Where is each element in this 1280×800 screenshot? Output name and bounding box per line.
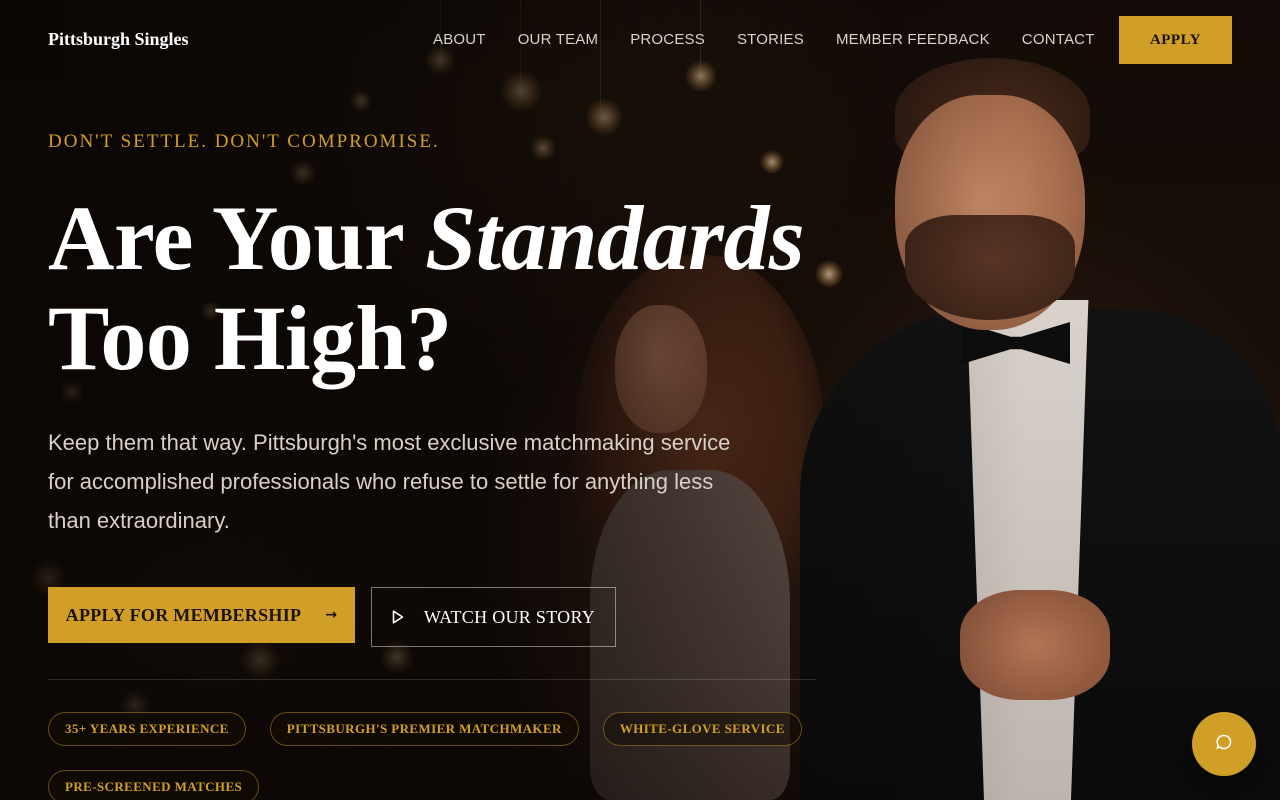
nav-item-process[interactable]: PROCESS (630, 31, 705, 48)
headline-emphasis: Standards (425, 187, 805, 289)
play-icon (392, 610, 404, 624)
badge-pre-screened: PRE-SCREENED MATCHES (48, 770, 260, 800)
nav-item-stories[interactable]: STORIES (737, 31, 804, 48)
hero-eyebrow: DON'T SETTLE. DON'T COMPROMISE. (48, 131, 440, 152)
apply-for-membership-button[interactable]: APPLY FOR MEMBERSHIP → (48, 587, 355, 643)
nav-item-contact[interactable]: CONTACT (1022, 31, 1095, 48)
main-nav: ABOUT OUR TEAM PROCESS STORIES MEMBER FE… (433, 31, 1095, 48)
headline-part-1: Are Your (48, 187, 426, 289)
brand-logo[interactable]: Pittsburgh Singles (48, 29, 189, 50)
hero-lead: Keep them that way. Pittsburgh's most ex… (48, 430, 731, 533)
hero-overlay (0, 0, 1280, 800)
nav-item-member-feedback[interactable]: MEMBER FEEDBACK (836, 31, 990, 48)
badge-experience: 35+ YEARS EXPERIENCE (48, 712, 246, 746)
watch-our-story-label: WATCH OUR STORY (423, 606, 596, 627)
arrow-right-icon: → (325, 607, 338, 623)
badge-white-glove: WHITE-GLOVE SERVICE (602, 712, 802, 746)
headline-part-2: Too High? (48, 287, 452, 389)
chat-button[interactable] (1192, 712, 1256, 776)
watch-our-story-button[interactable]: WATCH OUR STORY (371, 587, 616, 647)
site-header: Pittsburgh Singles ABOUT OUR TEAM PROCES… (0, 0, 1280, 80)
apply-for-membership-label: APPLY FOR MEMBERSHIP (65, 604, 302, 625)
chat-bubble-icon (1215, 733, 1233, 756)
hero-headline: Are Your Standards Too High? (48, 188, 868, 388)
trust-badges: 35+ YEARS EXPERIENCE PITTSBURGH'S PREMIE… (48, 712, 808, 800)
apply-button[interactable]: APPLY (1119, 16, 1232, 64)
nav-item-our-team[interactable]: OUR TEAM (518, 31, 599, 48)
hero-divider (48, 679, 816, 680)
badge-premier-matchmaker: PITTSBURGH'S PREMIER MATCHMAKER (269, 712, 579, 746)
nav-item-about[interactable]: ABOUT (433, 31, 486, 48)
